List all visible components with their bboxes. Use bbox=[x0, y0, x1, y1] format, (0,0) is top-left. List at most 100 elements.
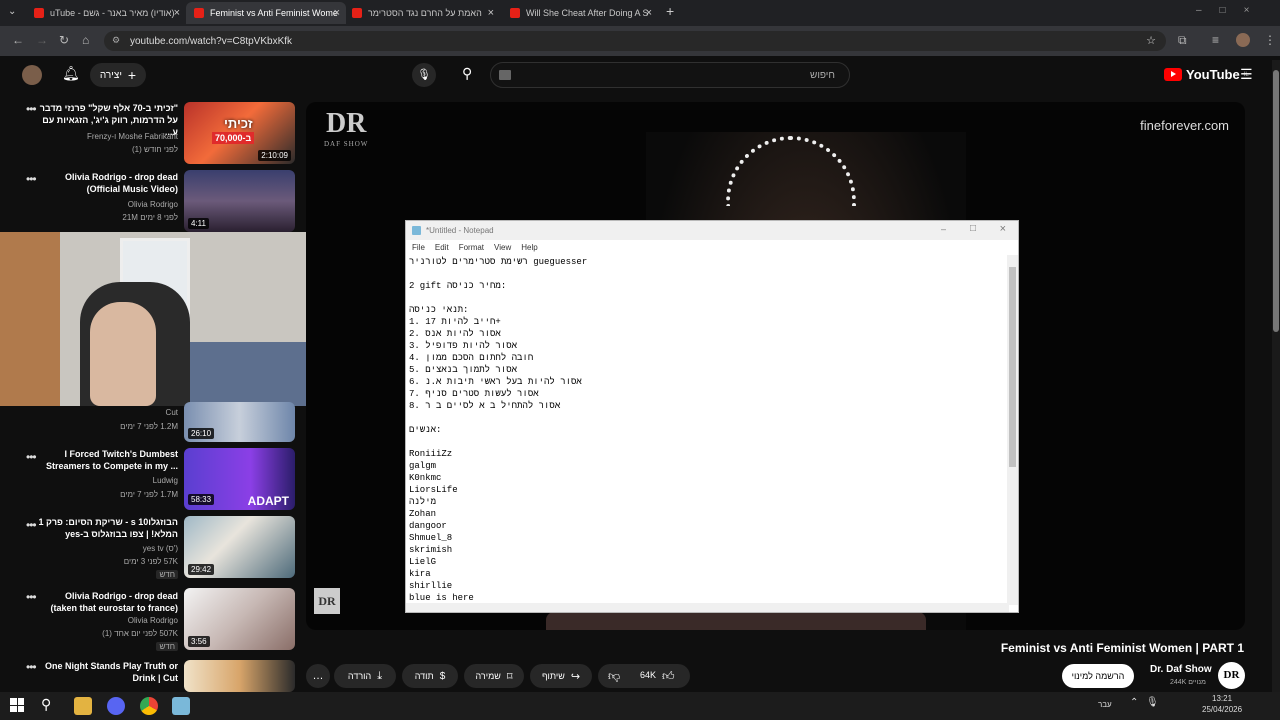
notifications-bell-icon[interactable]: 🔔︎ bbox=[62, 65, 80, 82]
notepad-titlebar[interactable]: *Untitled - Notepad – □ × bbox=[406, 221, 1018, 240]
tab-2[interactable]: Feminist vs Anti Feminist Wome × bbox=[186, 2, 346, 24]
keyboard-icon[interactable] bbox=[499, 70, 511, 80]
video-title[interactable]: Olivia Rodrigo - drop dead (Official Mus… bbox=[38, 171, 178, 195]
video-thumbnail[interactable]: 29:42 bbox=[184, 516, 295, 578]
home-icon[interactable]: ⌂ bbox=[82, 33, 89, 47]
discord-icon[interactable] bbox=[107, 697, 125, 715]
like-icon[interactable]: 👍︎ bbox=[662, 669, 675, 684]
profile-avatar[interactable] bbox=[1236, 33, 1250, 47]
close-icon[interactable]: × bbox=[1000, 223, 1006, 235]
menu-format[interactable]: Format bbox=[459, 243, 484, 252]
share-button[interactable]: שיתוף ↪ bbox=[530, 664, 592, 688]
channel-avatar[interactable]: DR bbox=[1218, 662, 1245, 689]
address-bar[interactable]: ⚙ youtube.com/watch?v=C8tpVKbxKfk ☆ bbox=[104, 31, 1166, 51]
page-scrollbar[interactable] bbox=[1272, 60, 1280, 692]
horizontal-scrollbar[interactable] bbox=[406, 603, 1009, 612]
channel-name-main[interactable]: Dr. Daf Show bbox=[1150, 664, 1212, 675]
list-item[interactable]: ••• הבוזגלו‪s‬ 10 - שריקת הסיום: פרק 1 ה… bbox=[0, 516, 300, 582]
like-count[interactable]: 64K bbox=[640, 670, 656, 680]
video-thumbnail[interactable] bbox=[184, 660, 295, 692]
channel-name[interactable]: yes tv (ס') bbox=[143, 544, 178, 553]
video-thumbnail[interactable]: 4:11 bbox=[184, 170, 295, 232]
new-tab-button[interactable]: + bbox=[666, 3, 674, 19]
thanks-button[interactable]: תודה $ bbox=[402, 664, 458, 688]
search-input[interactable]: חיפוש bbox=[490, 62, 850, 88]
start-menu-icon[interactable] bbox=[10, 698, 24, 712]
list-item[interactable]: ••• Olivia Rodrigo - drop dead (taken th… bbox=[0, 588, 300, 652]
close-tab-icon[interactable]: × bbox=[646, 7, 652, 19]
tab-4[interactable]: Will She Cheat After Doing A S × bbox=[502, 2, 658, 24]
notepad-taskbar-icon[interactable] bbox=[172, 697, 190, 715]
save-button[interactable]: שמירה ⌑ bbox=[464, 664, 524, 688]
search-icon[interactable]: ⚲ bbox=[462, 65, 472, 82]
tab-search-icon[interactable]: ⌄ bbox=[8, 6, 16, 17]
video-thumbnail[interactable]: 3:56 bbox=[184, 588, 295, 650]
list-item[interactable]: Cut 1.2M לפני 7 ימים 26:10 bbox=[0, 402, 300, 444]
reload-icon[interactable]: ↻ bbox=[59, 33, 69, 47]
menu-view[interactable]: View bbox=[494, 243, 511, 252]
video-title[interactable]: הבוזגלו‪s‬ 10 - שריקת הסיום: פרק 1 המלא!… bbox=[38, 516, 178, 540]
video-title[interactable]: I Forced Twitch's Dumbest Streamers to C… bbox=[38, 448, 178, 472]
tray-chevron-icon[interactable]: ⌃ bbox=[1130, 697, 1138, 708]
tab-1[interactable]: (אודיו) מאיר באנר - גשם - uTube × bbox=[26, 2, 186, 24]
notepad-text-area[interactable]: רשימת סטרימרים לטורניר gueguesser 2 gift … bbox=[409, 256, 1004, 602]
maximize-icon[interactable]: □ bbox=[970, 223, 976, 234]
close-tab-icon[interactable]: × bbox=[488, 7, 494, 19]
list-item[interactable]: ••• "זכיתי ב-70 אלף שקל" פרנזי מדבר על ה… bbox=[0, 100, 300, 166]
channel-name[interactable]: Ludwig bbox=[153, 476, 178, 485]
video-thumbnail[interactable]: זכיתי ב-70,000 2:10:09 bbox=[184, 102, 295, 164]
forward-icon[interactable]: → bbox=[36, 33, 48, 47]
create-button[interactable]: יצירה + bbox=[90, 63, 146, 87]
more-actions-button[interactable]: … bbox=[306, 664, 330, 688]
channel-name[interactable]: Frenzy-ו Moshe Fabrikant bbox=[87, 132, 178, 141]
scrollbar-thumb[interactable] bbox=[1009, 267, 1016, 467]
site-info-icon[interactable]: ⚙ bbox=[112, 35, 120, 46]
more-actions-icon[interactable]: ••• bbox=[26, 518, 37, 532]
file-explorer-icon[interactable] bbox=[74, 697, 92, 715]
back-icon[interactable]: ← bbox=[12, 33, 24, 47]
channel-name[interactable]: Olivia Rodrigo bbox=[128, 616, 178, 625]
microphone-tray-icon[interactable]: 🎙︎ bbox=[1146, 697, 1159, 708]
list-item[interactable]: ••• I Forced Twitch's Dumbest Streamers … bbox=[0, 448, 300, 512]
voice-search-button[interactable]: 🎙︎ bbox=[412, 63, 436, 87]
language-indicator[interactable]: עבר bbox=[1098, 700, 1112, 709]
more-actions-icon[interactable]: ••• bbox=[26, 102, 37, 116]
download-button[interactable]: הורדה ⤓ bbox=[334, 664, 396, 688]
channel-name[interactable]: Cut bbox=[166, 408, 178, 417]
subscribe-button[interactable]: הרשמה למינוי bbox=[1062, 664, 1134, 688]
menu-edit[interactable]: Edit bbox=[435, 243, 449, 252]
video-thumbnail[interactable]: 26:10 bbox=[184, 402, 295, 442]
taskbar-search-icon[interactable]: ⚲ bbox=[41, 696, 51, 713]
reading-list-icon[interactable]: ≡ bbox=[1212, 33, 1219, 47]
window-controls[interactable]: –□× bbox=[1196, 5, 1267, 16]
dislike-icon[interactable]: 👎︎ bbox=[608, 669, 620, 684]
more-actions-icon[interactable]: ••• bbox=[26, 590, 37, 604]
video-title[interactable]: Olivia Rodrigo - drop dead (taken that e… bbox=[38, 590, 178, 614]
page-scrollbar-thumb[interactable] bbox=[1273, 70, 1279, 332]
guide-menu-icon[interactable]: ☰ bbox=[1240, 66, 1253, 83]
vertical-scrollbar[interactable] bbox=[1007, 255, 1018, 605]
video-title[interactable]: One Night Stands Play Truth or Drink | C… bbox=[38, 660, 178, 684]
list-item[interactable]: ••• One Night Stands Play Truth or Drink… bbox=[0, 658, 300, 692]
clock-time[interactable]: 13:21 bbox=[1212, 694, 1232, 703]
youtube-logo[interactable]: YouTube IL bbox=[1164, 67, 1249, 82]
minimize-icon[interactable]: – bbox=[941, 224, 946, 234]
account-avatar[interactable] bbox=[22, 65, 42, 85]
video-thumbnail[interactable]: ADAPT 58:33 bbox=[184, 448, 295, 510]
more-actions-icon[interactable]: ••• bbox=[26, 450, 37, 464]
bookmark-star-icon[interactable]: ☆ bbox=[1146, 34, 1156, 47]
menu-file[interactable]: File bbox=[412, 243, 425, 252]
more-actions-icon[interactable]: ••• bbox=[26, 660, 37, 674]
close-tab-icon[interactable]: × bbox=[174, 7, 180, 19]
menu-help[interactable]: Help bbox=[521, 243, 537, 252]
list-item[interactable]: ••• Olivia Rodrigo - drop dead (Official… bbox=[0, 168, 300, 232]
browser-menu-icon[interactable]: ⋮ bbox=[1264, 33, 1276, 47]
more-actions-icon[interactable]: ••• bbox=[26, 172, 37, 186]
extensions-icon[interactable]: ⧉ bbox=[1178, 33, 1187, 48]
channel-name[interactable]: Olivia Rodrigo bbox=[128, 200, 178, 209]
tab-3[interactable]: האמת על החרם נגד הסטרימר × bbox=[344, 2, 500, 24]
close-tab-icon[interactable]: × bbox=[334, 7, 340, 19]
notepad-window[interactable]: *Untitled - Notepad – □ × File Edit Form… bbox=[405, 220, 1019, 613]
chrome-icon[interactable] bbox=[140, 697, 158, 715]
clock-date[interactable]: 25/04/2026 bbox=[1202, 705, 1242, 714]
